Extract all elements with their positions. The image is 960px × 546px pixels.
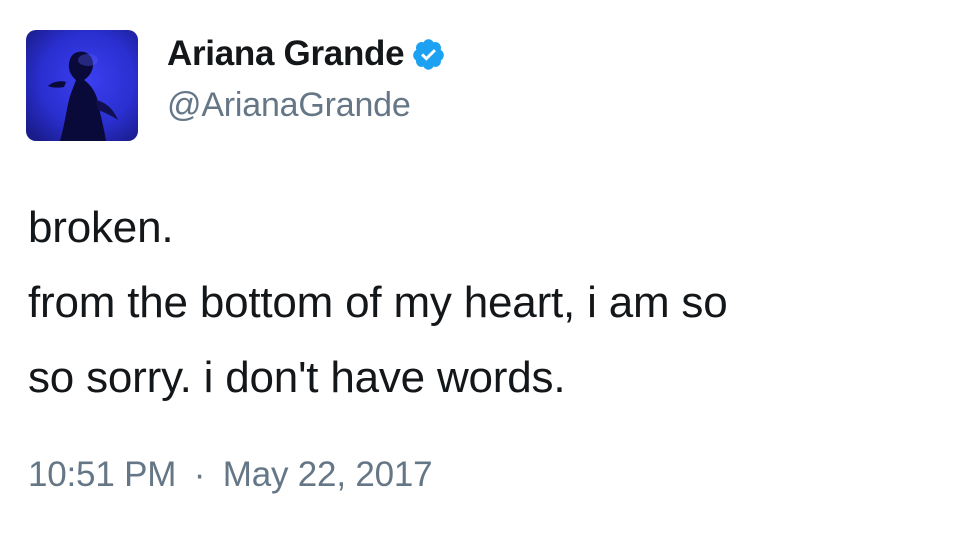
tweet-date[interactable]: May 22, 2017: [223, 455, 433, 494]
tweet-text-line: broken.: [28, 203, 174, 252]
tweet-time[interactable]: 10:51 PM: [28, 455, 176, 494]
tweet-text: broken. from the bottom of my heart, i a…: [28, 190, 928, 415]
profile-photo-icon: [26, 30, 138, 141]
author-avatar[interactable]: [26, 30, 138, 141]
tweet-card: Ariana Grande @ArianaGrande broken. from…: [0, 0, 960, 546]
author-name-row[interactable]: Ariana Grande: [167, 30, 446, 78]
verified-badge-icon: [411, 37, 446, 72]
timestamp-separator: ·: [193, 455, 206, 494]
tweet-text-line: from the bottom of my heart, i am so: [28, 278, 728, 327]
author-handle[interactable]: @ArianaGrande: [167, 86, 411, 125]
tweet-text-line: so sorry. i don't have words.: [28, 353, 566, 402]
tweet-timestamp[interactable]: 10:51 PM · May 22, 2017: [28, 455, 433, 495]
author-display-name[interactable]: Ariana Grande: [167, 34, 405, 74]
